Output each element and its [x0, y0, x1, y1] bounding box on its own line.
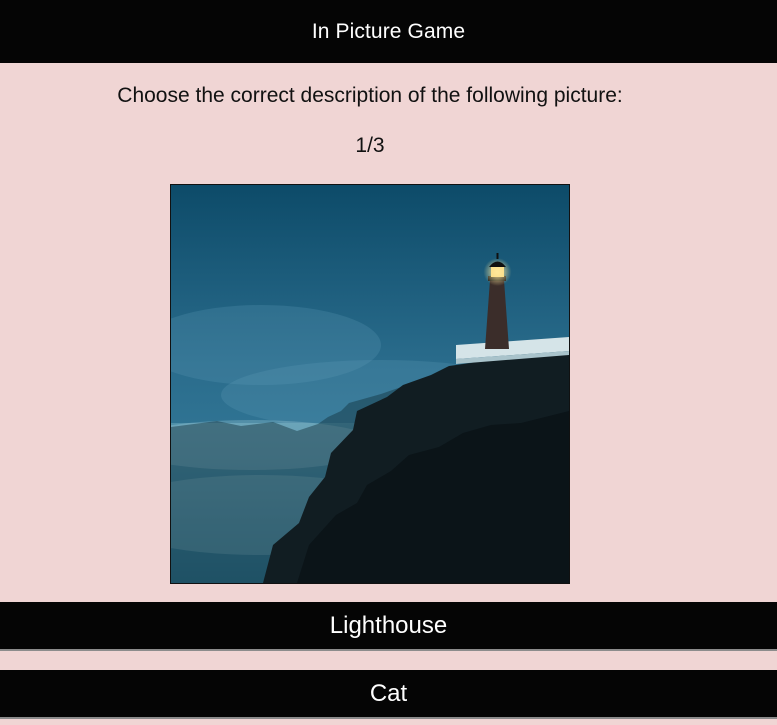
- answer-button-cat[interactable]: Cat: [0, 670, 777, 719]
- lighthouse-image: [171, 185, 569, 583]
- page-title: In Picture Game: [311, 19, 466, 43]
- question-prompt: Choose the correct description of the fo…: [117, 84, 623, 107]
- answer-label: Lighthouse: [329, 611, 448, 639]
- question-progress: 1/3: [355, 134, 385, 157]
- quiz-picture: [170, 184, 570, 584]
- answer-label: Cat: [369, 679, 408, 707]
- answer-button-lighthouse[interactable]: Lighthouse: [0, 602, 777, 651]
- header-bar: In Picture Game: [0, 0, 777, 63]
